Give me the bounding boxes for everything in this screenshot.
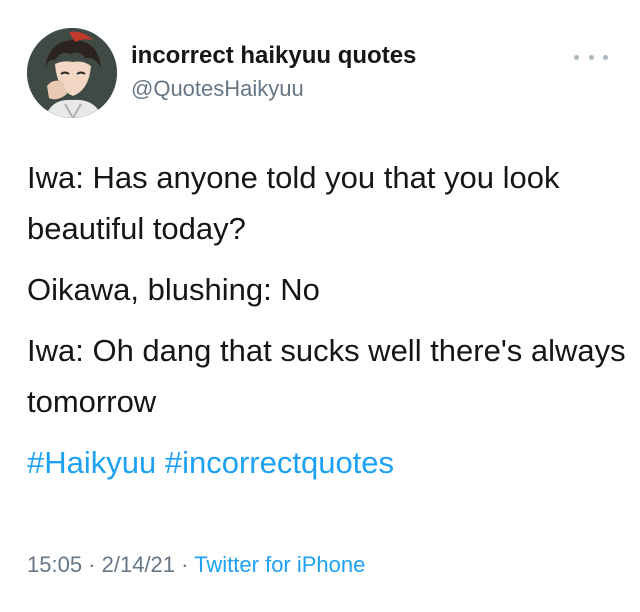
- hashtags[interactable]: #Haikyuu #incorrectquotes: [27, 437, 627, 488]
- more-options-icon[interactable]: [574, 50, 608, 64]
- separator: ·: [82, 552, 102, 577]
- tweet-card: incorrect haikyuu quotes @QuotesHaikyuu …: [0, 0, 640, 612]
- separator: ·: [175, 552, 195, 577]
- tweet-text: Iwa: Has anyone told you that you look b…: [27, 152, 627, 498]
- author-display-name[interactable]: incorrect haikyuu quotes: [131, 42, 416, 70]
- avatar[interactable]: [27, 28, 117, 118]
- avatar-illustration: [27, 28, 117, 118]
- more-dot: [603, 54, 608, 60]
- more-dot: [574, 54, 579, 60]
- tweet-source-link[interactable]: Twitter for iPhone: [194, 552, 365, 577]
- tweet-metadata: 15:05 · 2/14/21 · Twitter for iPhone: [27, 552, 365, 578]
- tweet-line: Iwa: Oh dang that sucks well there's alw…: [27, 333, 626, 419]
- author-handle[interactable]: @QuotesHaikyuu: [131, 76, 304, 102]
- tweet-time[interactable]: 15:05: [27, 552, 82, 577]
- tweet-line: Oikawa, blushing: No: [27, 272, 320, 307]
- more-dot: [588, 54, 594, 60]
- tweet-line: Iwa: Has anyone told you that you look b…: [27, 160, 560, 246]
- tweet-date[interactable]: 2/14/21: [102, 552, 175, 577]
